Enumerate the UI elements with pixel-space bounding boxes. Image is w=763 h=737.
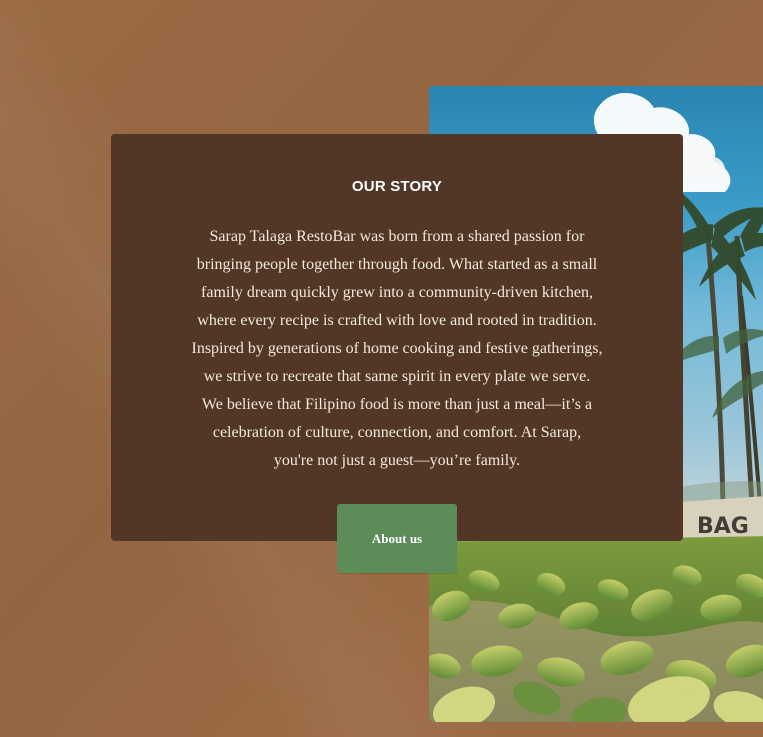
svg-text:BAG: BAG (697, 514, 749, 539)
story-title: OUR STORY (351, 178, 443, 195)
about-us-button[interactable]: About us (337, 504, 457, 573)
story-card: OUR STORY Sarap Talaga RestoBar was born… (111, 134, 683, 541)
story-body: Sarap Talaga RestoBar was born from a sh… (191, 228, 603, 469)
